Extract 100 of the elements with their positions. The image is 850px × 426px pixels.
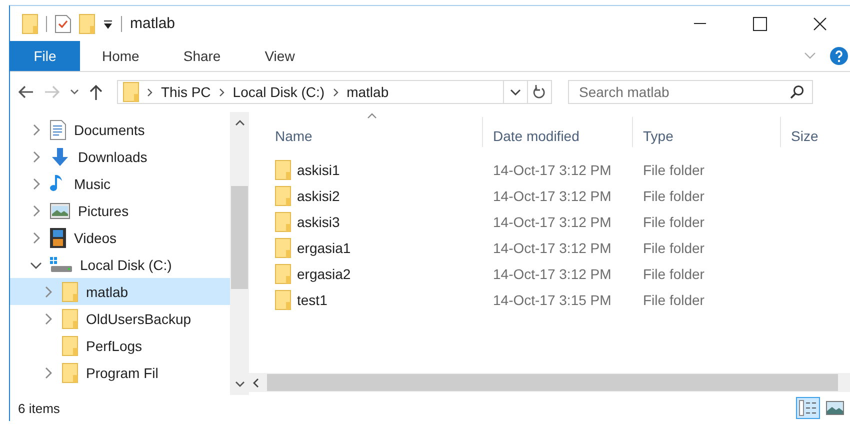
chevron-right-icon[interactable] xyxy=(32,204,40,216)
nav-item[interactable]: PerfLogs xyxy=(10,332,230,359)
folder-icon xyxy=(22,14,38,34)
folder-icon xyxy=(275,290,291,310)
file-row[interactable]: askisi3 14-Oct-17 3:12 PM File folder xyxy=(249,209,850,235)
chevron-right-icon[interactable] xyxy=(44,312,52,324)
ribbon-tab[interactable]: View xyxy=(242,41,317,71)
nav-item[interactable]: Local Disk (C:) xyxy=(10,251,230,278)
file-name: ergasia2 xyxy=(297,266,351,282)
folder-icon xyxy=(275,160,291,180)
nav-item-label: Videos xyxy=(74,230,117,246)
download-arrow-icon xyxy=(50,146,70,166)
chevron-left-icon xyxy=(253,378,259,388)
breadcrumb[interactable]: This PC xyxy=(161,84,211,100)
chevron-right-icon[interactable] xyxy=(32,178,40,190)
file-row[interactable]: ergasia2 14-Oct-17 3:12 PM File folder xyxy=(249,261,850,287)
nav-item[interactable]: Music xyxy=(10,170,230,197)
chevron-down-icon xyxy=(234,381,244,387)
picture-icon xyxy=(50,202,70,218)
search-field[interactable]: Search matlab xyxy=(568,80,813,104)
nav-item-label: OldUsersBackup xyxy=(86,310,192,326)
folder-icon xyxy=(123,82,139,102)
file-name: ergasia1 xyxy=(297,240,351,256)
back-button[interactable] xyxy=(18,85,34,99)
ribbon-tab[interactable]: Share xyxy=(161,41,243,71)
nav-item-label: Documents xyxy=(74,122,145,138)
refresh-icon xyxy=(533,85,546,99)
up-button[interactable] xyxy=(89,84,103,100)
folder-icon xyxy=(275,212,291,232)
file-name: askisi2 xyxy=(297,188,340,204)
chevron-right-icon[interactable] xyxy=(44,366,52,378)
folder-icon xyxy=(275,238,291,258)
large-icons-view-button[interactable] xyxy=(823,398,847,418)
breadcrumb[interactable]: Local Disk (C:) xyxy=(232,84,325,100)
column-header[interactable]: Date modified xyxy=(483,117,633,147)
file-row[interactable]: test1 14-Oct-17 3:15 PM File folder xyxy=(249,287,850,313)
file-name: test1 xyxy=(297,292,328,308)
file-row[interactable]: askisi1 14-Oct-17 3:12 PM File folder xyxy=(249,157,850,183)
chevron-right-icon xyxy=(332,88,339,96)
ribbon-tab[interactable]: File xyxy=(10,41,80,71)
type-cell-text: File folder xyxy=(642,214,706,230)
file-row[interactable]: askisi2 14-Oct-17 3:12 PM File folder xyxy=(249,183,850,209)
nav-item[interactable]: Videos xyxy=(10,224,230,251)
details-view-button[interactable] xyxy=(796,397,820,419)
maximize-icon xyxy=(753,16,767,30)
chevron-down-icon[interactable] xyxy=(30,260,42,268)
date-modified-cell-text: 14-Oct-17 3:12 PM xyxy=(492,266,612,282)
nav-item[interactable]: Downloads xyxy=(10,143,230,170)
type-cell-text: File folder xyxy=(642,292,706,308)
nav-item[interactable]: Documents xyxy=(10,116,230,143)
close-icon xyxy=(813,16,827,30)
window-title: matlab xyxy=(130,15,176,32)
sort-ascending-icon xyxy=(367,113,377,119)
date-modified-cell-text: 14-Oct-17 3:12 PM xyxy=(492,214,612,230)
date-modified-cell-text: 14-Oct-17 3:12 PM xyxy=(492,240,612,256)
chevron-down-icon xyxy=(510,88,521,96)
nav-item[interactable]: matlab xyxy=(10,278,230,305)
folder-icon xyxy=(275,264,291,284)
folder-icon xyxy=(62,336,78,356)
folder-icon xyxy=(62,362,78,382)
chevron-right-icon[interactable] xyxy=(32,232,40,244)
nav-item-label: Music xyxy=(74,176,111,192)
item-count: 6 items xyxy=(18,400,61,416)
film-icon xyxy=(50,228,66,248)
type-cell-text: File folder xyxy=(642,266,706,282)
column-header[interactable]: Type xyxy=(633,117,781,147)
address-bar[interactable]: This PC Local Disk (C:) matlab xyxy=(117,80,552,104)
nav-item[interactable]: Pictures xyxy=(10,197,230,224)
recent-locations-button[interactable] xyxy=(70,89,79,95)
date-modified-cell-text: 14-Oct-17 3:12 PM xyxy=(492,188,612,204)
chevron-right-icon[interactable] xyxy=(44,286,52,298)
type-cell-text: File folder xyxy=(642,188,706,204)
type-cell-text: File folder xyxy=(642,162,706,178)
search-icon xyxy=(790,85,804,99)
column-header[interactable]: Name xyxy=(265,117,483,147)
date-modified-cell-text: 14-Oct-17 3:15 PM xyxy=(492,292,612,308)
vertical-scrollbar[interactable] xyxy=(230,112,249,395)
chevron-right-icon[interactable] xyxy=(32,150,40,162)
file-row[interactable]: ergasia1 14-Oct-17 3:12 PM File folder xyxy=(249,235,850,261)
breadcrumb[interactable]: matlab xyxy=(346,84,389,100)
file-name: askisi3 xyxy=(297,214,340,230)
expand-ribbon-icon[interactable] xyxy=(804,52,816,60)
drive-icon xyxy=(50,256,72,272)
chevron-right-icon[interactable] xyxy=(32,124,40,136)
nav-item[interactable]: Program Fil xyxy=(10,359,230,386)
nav-item[interactable]: OldUsersBackup xyxy=(10,305,230,332)
folder-icon xyxy=(275,186,291,206)
nav-item-label: Program Fil xyxy=(86,364,158,380)
new-folder-icon xyxy=(79,14,95,34)
properties-icon[interactable] xyxy=(55,14,71,32)
minimize-icon xyxy=(694,22,706,24)
chevron-right-icon xyxy=(218,88,225,96)
column-header[interactable]: Size xyxy=(781,117,850,147)
horizontal-scrollbar[interactable] xyxy=(249,373,850,392)
chevron-up-icon xyxy=(234,120,244,126)
nav-item-label: Local Disk (C:) xyxy=(80,256,172,272)
customize-toolbar-icon[interactable] xyxy=(103,18,113,28)
ribbon-tab[interactable]: Home xyxy=(80,41,162,71)
file-name: askisi1 xyxy=(297,162,340,178)
help-icon[interactable] xyxy=(830,47,848,65)
